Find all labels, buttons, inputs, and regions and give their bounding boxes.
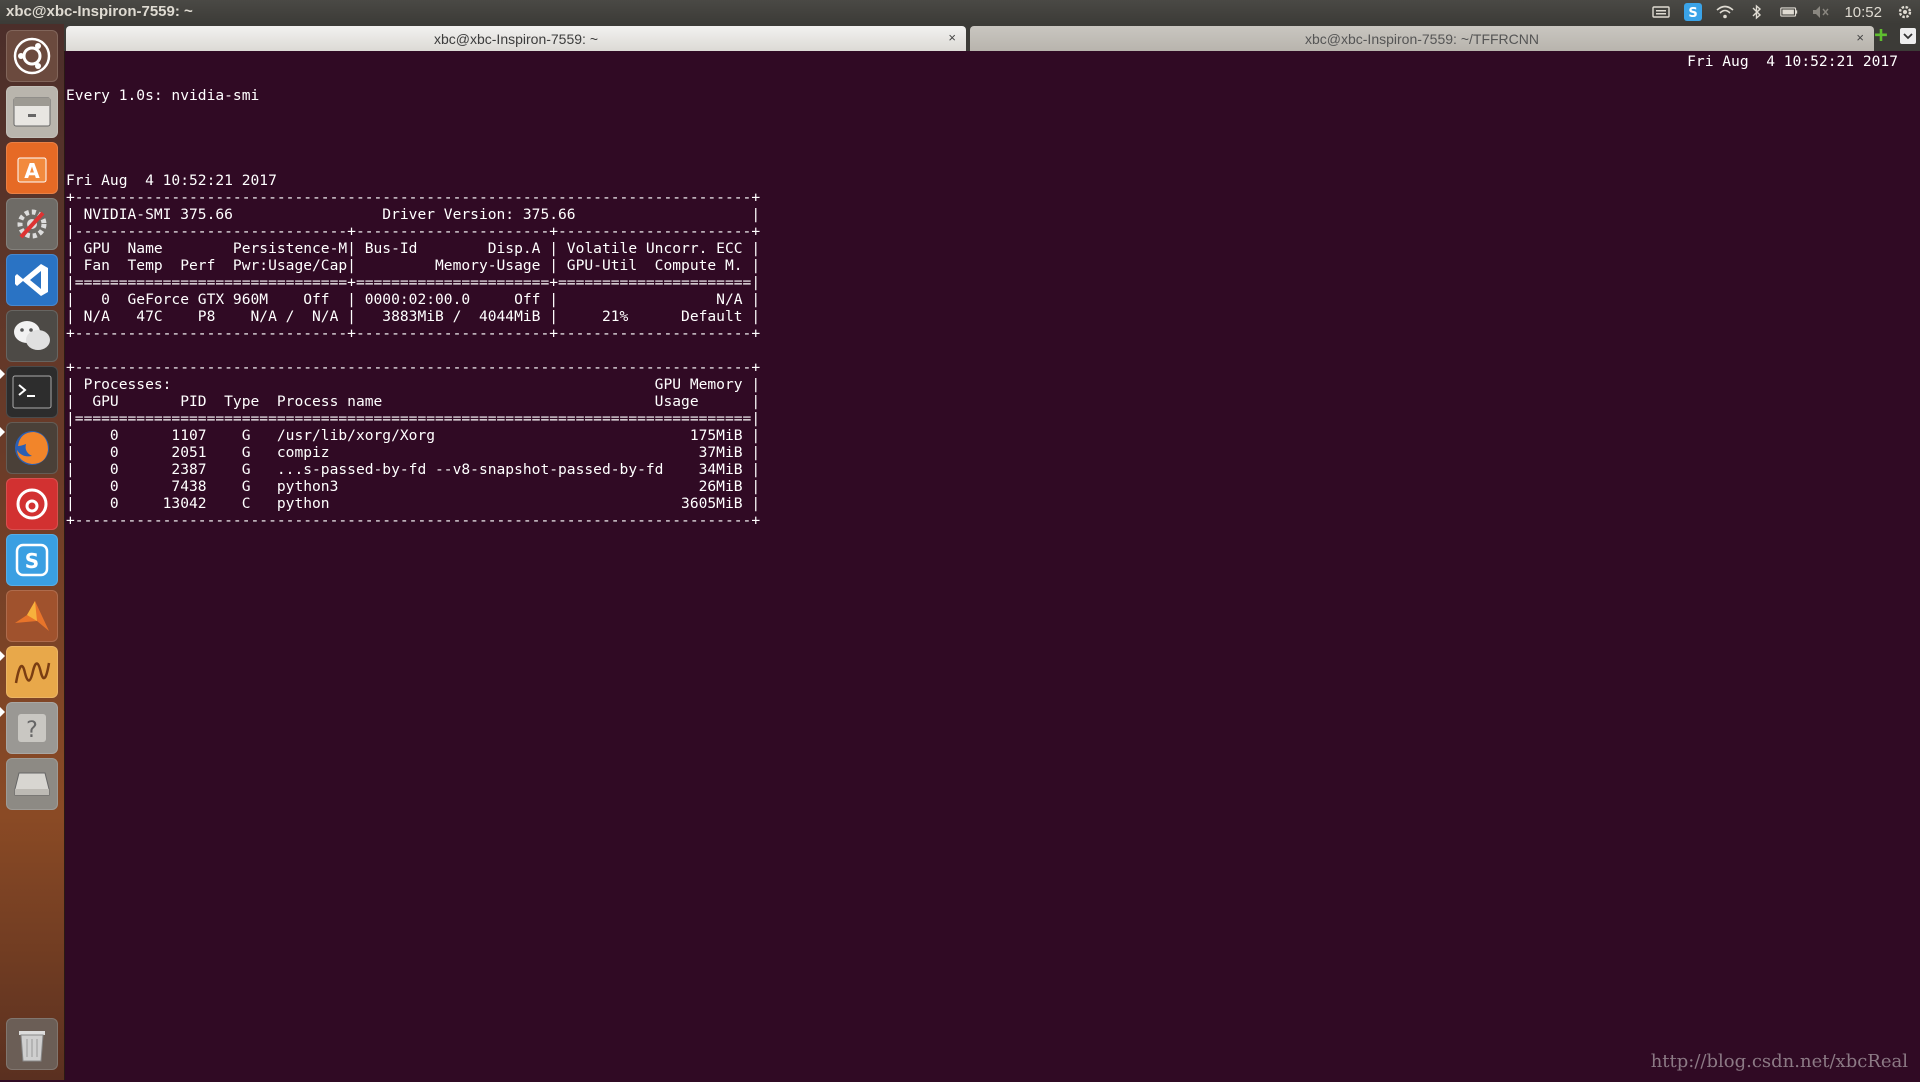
trash-icon[interactable]: [6, 1018, 58, 1070]
clock[interactable]: 10:52: [1844, 4, 1882, 21]
terminal-line: | 0 7438 G python3 26MiB |: [66, 478, 761, 495]
battery-icon[interactable]: [1780, 4, 1798, 20]
launcher-running-indicator: [0, 707, 5, 717]
terminal-output[interactable]: Every 1.0s: nvidia-smi Fri Aug 4 10:52:2…: [66, 51, 1916, 1082]
terminal-line: | Processes: GPU Memory |: [66, 376, 761, 393]
volume-muted-icon[interactable]: [1812, 4, 1830, 20]
help-icon[interactable]: ?: [6, 702, 58, 754]
ubuntu-dash-icon[interactable]: [6, 30, 58, 82]
terminal-line: | Fan Temp Perf Pwr:Usage/Cap| Memory-Us…: [66, 257, 761, 274]
new-tab-icon[interactable]: +: [1872, 25, 1890, 47]
terminal-icon[interactable]: [6, 366, 58, 418]
launcher: A S ?: [0, 24, 65, 1080]
terminal-line: +---------------------------------------…: [66, 512, 761, 529]
terminal-line: | 0 GeForce GTX 960M Off | 0000:02:00.0 …: [66, 291, 761, 308]
launcher-running-indicator: [0, 651, 5, 661]
terminal-line: | 0 13042 C python 3605MiB |: [66, 495, 761, 512]
terminal-line: Fri Aug 4 10:52:21 2017: [66, 172, 277, 189]
wechat-icon[interactable]: [6, 310, 58, 362]
terminal-line: |=======================================…: [66, 410, 761, 427]
svg-text:S: S: [1689, 6, 1698, 21]
tab-home[interactable]: xbc@xbc-Inspiron-7559: ~ ×: [66, 26, 966, 51]
terminal-line: | 0 1107 G /usr/lib/xorg/Xorg 175MiB |: [66, 427, 761, 444]
terminal-line: | GPU Name Persistence-M| Bus-Id Disp.A …: [66, 240, 761, 257]
sogou-input-icon[interactable]: S: [1684, 3, 1703, 21]
terminal-line: | NVIDIA-SMI 375.66 Driver Version: 375.…: [66, 206, 761, 223]
watch-timestamp: Fri Aug 4 10:52:21 2017: [1687, 53, 1898, 70]
terminal-line: | GPU PID Type Process name Usage |: [66, 393, 761, 410]
vscode-icon[interactable]: [6, 254, 58, 306]
terminal-line: |-------------------------------+-------…: [66, 223, 761, 240]
svg-text:A: A: [24, 159, 40, 183]
top-panel: xbc@xbc-Inspiron-7559: ~ S 10:52: [0, 0, 1920, 24]
software-center-icon[interactable]: A: [6, 142, 58, 194]
bluetooth-icon[interactable]: [1748, 4, 1766, 20]
svg-text:?: ?: [26, 718, 38, 743]
close-icon[interactable]: ×: [1856, 30, 1864, 45]
keyboard-icon[interactable]: [1652, 4, 1671, 20]
window-title: xbc@xbc-Inspiron-7559: ~: [6, 3, 193, 20]
terminal-line: +-------------------------------+-------…: [66, 325, 761, 342]
system-settings-icon[interactable]: [6, 198, 58, 250]
tab-tffrcnn[interactable]: xbc@xbc-Inspiron-7559: ~/TFFRCNN ×: [970, 26, 1874, 51]
tab-label: xbc@xbc-Inspiron-7559: ~: [433, 30, 598, 47]
terminal-line: +---------------------------------------…: [66, 359, 761, 376]
terminal-tab-bar: xbc@xbc-Inspiron-7559: ~ × xbc@xbc-Inspi…: [64, 24, 1920, 51]
tab-label: xbc@xbc-Inspiron-7559: ~/TFFRCNN: [1304, 30, 1539, 47]
close-icon[interactable]: ×: [948, 30, 956, 45]
svg-text:S: S: [25, 549, 39, 573]
terminal-line: | N/A 47C P8 N/A / N/A | 3883MiB / 4044M…: [66, 308, 761, 325]
launcher-running-indicator: [0, 427, 5, 437]
nvidia-smi-output: Fri Aug 4 10:52:21 2017 +----------------…: [66, 155, 1916, 529]
watch-header: Every 1.0s: nvidia-smi: [66, 87, 260, 104]
terminal-line: | 0 2387 G ...s-passed-by-fd --v8-snapsh…: [66, 461, 761, 478]
launcher-running-indicator: [0, 369, 5, 379]
system-tray: S 10:52: [1652, 0, 1914, 24]
wifi-icon[interactable]: [1716, 4, 1734, 20]
terminal-line: | 0 2051 G compiz 37MiB |: [66, 444, 761, 461]
scrollbar[interactable]: [1910, 51, 1916, 1080]
terminal-line: +---------------------------------------…: [66, 189, 761, 206]
watermark: http://blog.csdn.net/xbcReal: [1650, 1051, 1908, 1072]
waveform-app-icon[interactable]: [6, 646, 58, 698]
gear-icon[interactable]: [1896, 4, 1914, 20]
tab-menu-icon[interactable]: [1900, 28, 1916, 44]
drive-icon[interactable]: [6, 758, 58, 810]
firefox-icon[interactable]: [6, 422, 58, 474]
matlab-icon[interactable]: [6, 590, 58, 642]
sogou-icon[interactable]: S: [6, 534, 58, 586]
terminal-line: |===============================+=======…: [66, 274, 761, 291]
netease-music-icon[interactable]: [6, 478, 58, 530]
files-icon[interactable]: [6, 86, 58, 138]
